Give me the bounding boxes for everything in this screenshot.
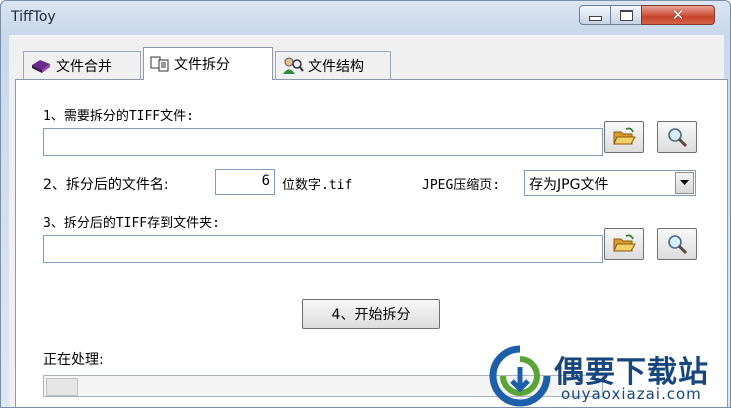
- jpeg-mode-select[interactable]: 存为JPG文件: [524, 170, 696, 196]
- digits-suffix-label: 位数字.tif: [282, 178, 353, 193]
- folder-open-icon: [613, 234, 636, 252]
- window-title: TiffToy: [11, 9, 56, 25]
- tab-merge-label: 文件合并: [56, 58, 112, 75]
- watermark: 偶要下载站 ouyaoxiazai.com: [489, 345, 729, 407]
- close-button[interactable]: ✕: [641, 5, 715, 25]
- tab-structure-label: 文件结构: [308, 58, 364, 75]
- browse-dest-button[interactable]: [604, 228, 644, 260]
- watermark-url: ouyaoxiazai.com: [561, 385, 702, 403]
- maximize-button[interactable]: [610, 5, 642, 25]
- chevron-down-icon: [680, 180, 689, 185]
- magnifier-icon: [668, 128, 688, 148]
- view-source-button[interactable]: [657, 121, 697, 153]
- tab-split[interactable]: 文件拆分: [143, 47, 273, 80]
- dest-folder-label: 3、拆分后的TIFF存到文件夹:: [43, 216, 220, 231]
- folder-open-icon: [613, 127, 636, 145]
- digits-input[interactable]: 6: [215, 169, 275, 195]
- app-window: TiffToy ✕ 文件合并 文件拆分 文件结构 1、需要拆分的TIFF文件: …: [0, 0, 731, 408]
- tab-merge[interactable]: 文件合并: [23, 51, 141, 79]
- browse-source-button[interactable]: [604, 121, 644, 153]
- source-file-label: 1、需要拆分的TIFF文件:: [43, 109, 194, 124]
- view-dest-button[interactable]: [657, 228, 697, 260]
- start-split-button[interactable]: 4、开始拆分: [302, 299, 440, 329]
- watermark-logo-icon: [489, 345, 551, 407]
- minimize-icon: [588, 15, 602, 21]
- progress-segment: [46, 378, 78, 396]
- source-file-input[interactable]: [43, 128, 603, 156]
- close-icon: ✕: [671, 5, 685, 24]
- maximize-icon: [619, 9, 633, 21]
- dropdown-arrow-button[interactable]: [675, 172, 694, 194]
- split-pages-icon: [150, 56, 169, 72]
- dest-folder-input[interactable]: [43, 235, 603, 263]
- jpeg-mode-value: 存为JPG文件: [529, 177, 609, 193]
- tab-structure[interactable]: 文件结构: [275, 51, 391, 79]
- jpeg-label: JPEG压缩页:: [422, 178, 501, 193]
- title-bar[interactable]: TiffToy ✕: [1, 1, 730, 35]
- magnifier-icon: [668, 235, 688, 255]
- minimize-button[interactable]: [579, 5, 611, 25]
- search-user-icon: [283, 57, 304, 74]
- output-name-label: 2、拆分后的文件名:: [43, 177, 169, 193]
- processing-label: 正在处理:: [43, 352, 104, 368]
- book-icon: [32, 59, 50, 73]
- tab-split-label: 文件拆分: [174, 57, 230, 73]
